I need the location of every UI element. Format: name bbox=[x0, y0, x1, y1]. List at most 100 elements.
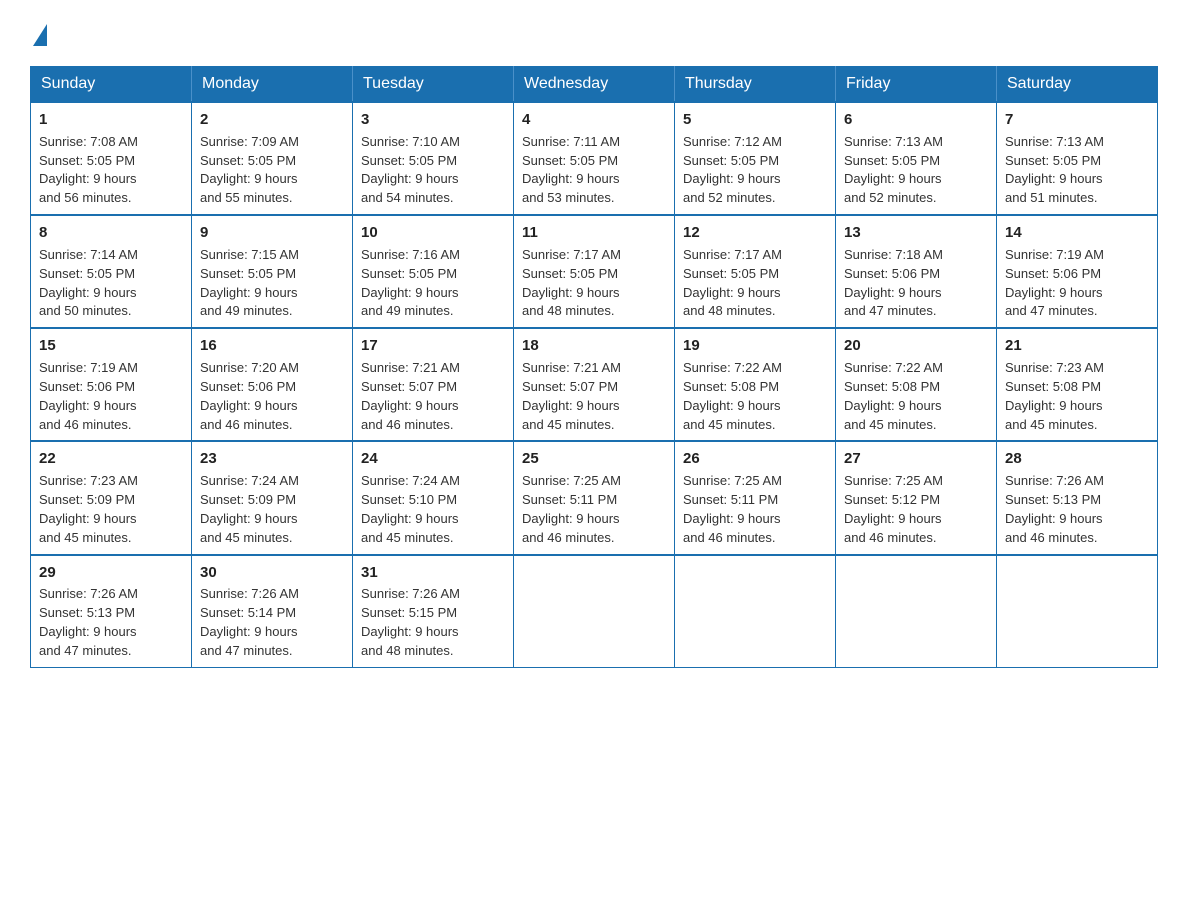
calendar-cell: 9Sunrise: 7:15 AMSunset: 5:05 PMDaylight… bbox=[192, 215, 353, 328]
day-number: 29 bbox=[39, 562, 183, 584]
page-header bbox=[30, 20, 1158, 48]
day-info: Sunrise: 7:23 AMSunset: 5:08 PMDaylight:… bbox=[1005, 360, 1104, 432]
calendar-cell: 10 Sunrise: 7:16 AMSunset: 5:05 PMDayligh… bbox=[353, 215, 514, 328]
day-info: Sunrise: 7:13 AMSunset: 5:05 PMDaylight:… bbox=[844, 134, 943, 206]
calendar-cell: 14 Sunrise: 7:19 AMSunset: 5:06 PMDayligh… bbox=[997, 215, 1158, 328]
day-info: Sunrise: 7:26 AMSunset: 5:14 PMDaylight:… bbox=[200, 586, 299, 658]
day-info: Sunrise: 7:16 AMSunset: 5:05 PMDaylight:… bbox=[361, 247, 460, 319]
day-number: 18 bbox=[522, 335, 666, 357]
day-number: 1 bbox=[39, 109, 183, 131]
calendar-cell: 4 Sunrise: 7:11 AMSunset: 5:05 PMDaylight… bbox=[514, 102, 675, 215]
logo-triangle-icon bbox=[33, 24, 47, 46]
day-number: 13 bbox=[844, 222, 988, 244]
day-info: Sunrise: 7:26 AMSunset: 5:15 PMDaylight:… bbox=[361, 586, 460, 658]
calendar-cell: 29Sunrise: 7:26 AMSunset: 5:13 PMDayligh… bbox=[31, 555, 192, 668]
weekday-header-friday: Friday bbox=[836, 67, 997, 103]
day-number: 27 bbox=[844, 448, 988, 470]
calendar-table: SundayMondayTuesdayWednesdayThursdayFrid… bbox=[30, 66, 1158, 668]
day-number: 7 bbox=[1005, 109, 1149, 131]
day-number: 15 bbox=[39, 335, 183, 357]
weekday-header-thursday: Thursday bbox=[675, 67, 836, 103]
day-number: 11 bbox=[522, 222, 666, 244]
day-number: 16 bbox=[200, 335, 344, 357]
calendar-cell: 23 Sunrise: 7:24 AMSunset: 5:09 PMDayligh… bbox=[192, 441, 353, 554]
day-info: Sunrise: 7:18 AMSunset: 5:06 PMDaylight:… bbox=[844, 247, 943, 319]
day-info: Sunrise: 7:11 AMSunset: 5:05 PMDaylight:… bbox=[522, 134, 620, 206]
day-number: 26 bbox=[683, 448, 827, 470]
calendar-cell: 16 Sunrise: 7:20 AMSunset: 5:06 PMDayligh… bbox=[192, 328, 353, 441]
day-info: Sunrise: 7:19 AMSunset: 5:06 PMDaylight:… bbox=[39, 360, 138, 432]
week-row-5: 29Sunrise: 7:26 AMSunset: 5:13 PMDayligh… bbox=[31, 555, 1158, 668]
day-number: 5 bbox=[683, 109, 827, 131]
calendar-cell: 12Sunrise: 7:17 AMSunset: 5:05 PMDayligh… bbox=[675, 215, 836, 328]
calendar-cell bbox=[997, 555, 1158, 668]
day-number: 9 bbox=[200, 222, 344, 244]
calendar-cell: 3 Sunrise: 7:10 AMSunset: 5:05 PMDaylight… bbox=[353, 102, 514, 215]
calendar-cell: 31Sunrise: 7:26 AMSunset: 5:15 PMDayligh… bbox=[353, 555, 514, 668]
day-info: Sunrise: 7:22 AMSunset: 5:08 PMDaylight:… bbox=[844, 360, 943, 432]
day-info: Sunrise: 7:17 AMSunset: 5:05 PMDaylight:… bbox=[522, 247, 621, 319]
day-number: 10 bbox=[361, 222, 505, 244]
day-info: Sunrise: 7:21 AMSunset: 5:07 PMDaylight:… bbox=[361, 360, 460, 432]
day-info: Sunrise: 7:23 AMSunset: 5:09 PMDaylight:… bbox=[39, 473, 138, 545]
day-number: 20 bbox=[844, 335, 988, 357]
day-info: Sunrise: 7:14 AMSunset: 5:05 PMDaylight:… bbox=[39, 247, 138, 319]
calendar-cell: 18 Sunrise: 7:21 AMSunset: 5:07 PMDayligh… bbox=[514, 328, 675, 441]
day-number: 8 bbox=[39, 222, 183, 244]
day-info: Sunrise: 7:24 AMSunset: 5:10 PMDaylight:… bbox=[361, 473, 460, 545]
day-info: Sunrise: 7:25 AMSunset: 5:11 PMDaylight:… bbox=[683, 473, 782, 545]
day-number: 23 bbox=[200, 448, 344, 470]
day-number: 30 bbox=[200, 562, 344, 584]
day-number: 24 bbox=[361, 448, 505, 470]
week-row-2: 8 Sunrise: 7:14 AMSunset: 5:05 PMDaylight… bbox=[31, 215, 1158, 328]
day-info: Sunrise: 7:12 AMSunset: 5:05 PMDaylight:… bbox=[683, 134, 782, 206]
calendar-cell: 22Sunrise: 7:23 AMSunset: 5:09 PMDayligh… bbox=[31, 441, 192, 554]
weekday-header-row: SundayMondayTuesdayWednesdayThursdayFrid… bbox=[31, 67, 1158, 103]
day-number: 25 bbox=[522, 448, 666, 470]
calendar-cell: 28 Sunrise: 7:26 AMSunset: 5:13 PMDayligh… bbox=[997, 441, 1158, 554]
day-info: Sunrise: 7:26 AMSunset: 5:13 PMDaylight:… bbox=[39, 586, 138, 658]
logo bbox=[30, 20, 47, 48]
day-info: Sunrise: 7:09 AMSunset: 5:05 PMDaylight:… bbox=[200, 134, 299, 206]
day-info: Sunrise: 7:10 AMSunset: 5:05 PMDaylight:… bbox=[361, 134, 460, 206]
day-number: 6 bbox=[844, 109, 988, 131]
day-number: 28 bbox=[1005, 448, 1149, 470]
calendar-cell: 15 Sunrise: 7:19 AMSunset: 5:06 PMDayligh… bbox=[31, 328, 192, 441]
day-number: 31 bbox=[361, 562, 505, 584]
calendar-cell: 5 Sunrise: 7:12 AMSunset: 5:05 PMDaylight… bbox=[675, 102, 836, 215]
day-info: Sunrise: 7:22 AMSunset: 5:08 PMDaylight:… bbox=[683, 360, 782, 432]
calendar-cell: 11 Sunrise: 7:17 AMSunset: 5:05 PMDayligh… bbox=[514, 215, 675, 328]
weekday-header-wednesday: Wednesday bbox=[514, 67, 675, 103]
week-row-3: 15 Sunrise: 7:19 AMSunset: 5:06 PMDayligh… bbox=[31, 328, 1158, 441]
weekday-header-saturday: Saturday bbox=[997, 67, 1158, 103]
day-info: Sunrise: 7:21 AMSunset: 5:07 PMDaylight:… bbox=[522, 360, 621, 432]
day-info: Sunrise: 7:24 AMSunset: 5:09 PMDaylight:… bbox=[200, 473, 299, 545]
calendar-cell: 1 Sunrise: 7:08 AMSunset: 5:05 PMDaylight… bbox=[31, 102, 192, 215]
day-number: 19 bbox=[683, 335, 827, 357]
day-info: Sunrise: 7:19 AMSunset: 5:06 PMDaylight:… bbox=[1005, 247, 1104, 319]
day-number: 12 bbox=[683, 222, 827, 244]
day-info: Sunrise: 7:13 AMSunset: 5:05 PMDaylight:… bbox=[1005, 134, 1104, 206]
calendar-cell: 13 Sunrise: 7:18 AMSunset: 5:06 PMDayligh… bbox=[836, 215, 997, 328]
day-info: Sunrise: 7:26 AMSunset: 5:13 PMDaylight:… bbox=[1005, 473, 1104, 545]
calendar-cell: 2Sunrise: 7:09 AMSunset: 5:05 PMDaylight… bbox=[192, 102, 353, 215]
calendar-cell bbox=[514, 555, 675, 668]
weekday-header-monday: Monday bbox=[192, 67, 353, 103]
day-number: 3 bbox=[361, 109, 505, 131]
calendar-cell: 27 Sunrise: 7:25 AMSunset: 5:12 PMDayligh… bbox=[836, 441, 997, 554]
day-number: 21 bbox=[1005, 335, 1149, 357]
week-row-4: 22Sunrise: 7:23 AMSunset: 5:09 PMDayligh… bbox=[31, 441, 1158, 554]
calendar-cell: 8 Sunrise: 7:14 AMSunset: 5:05 PMDaylight… bbox=[31, 215, 192, 328]
day-info: Sunrise: 7:20 AMSunset: 5:06 PMDaylight:… bbox=[200, 360, 299, 432]
day-number: 4 bbox=[522, 109, 666, 131]
day-number: 14 bbox=[1005, 222, 1149, 244]
day-info: Sunrise: 7:08 AMSunset: 5:05 PMDaylight:… bbox=[39, 134, 138, 206]
calendar-cell: 19 Sunrise: 7:22 AMSunset: 5:08 PMDayligh… bbox=[675, 328, 836, 441]
calendar-cell: 7 Sunrise: 7:13 AMSunset: 5:05 PMDaylight… bbox=[997, 102, 1158, 215]
week-row-1: 1 Sunrise: 7:08 AMSunset: 5:05 PMDaylight… bbox=[31, 102, 1158, 215]
calendar-cell: 24 Sunrise: 7:24 AMSunset: 5:10 PMDayligh… bbox=[353, 441, 514, 554]
day-info: Sunrise: 7:25 AMSunset: 5:12 PMDaylight:… bbox=[844, 473, 943, 545]
calendar-cell: 20 Sunrise: 7:22 AMSunset: 5:08 PMDayligh… bbox=[836, 328, 997, 441]
calendar-cell: 21 Sunrise: 7:23 AMSunset: 5:08 PMDayligh… bbox=[997, 328, 1158, 441]
day-number: 17 bbox=[361, 335, 505, 357]
